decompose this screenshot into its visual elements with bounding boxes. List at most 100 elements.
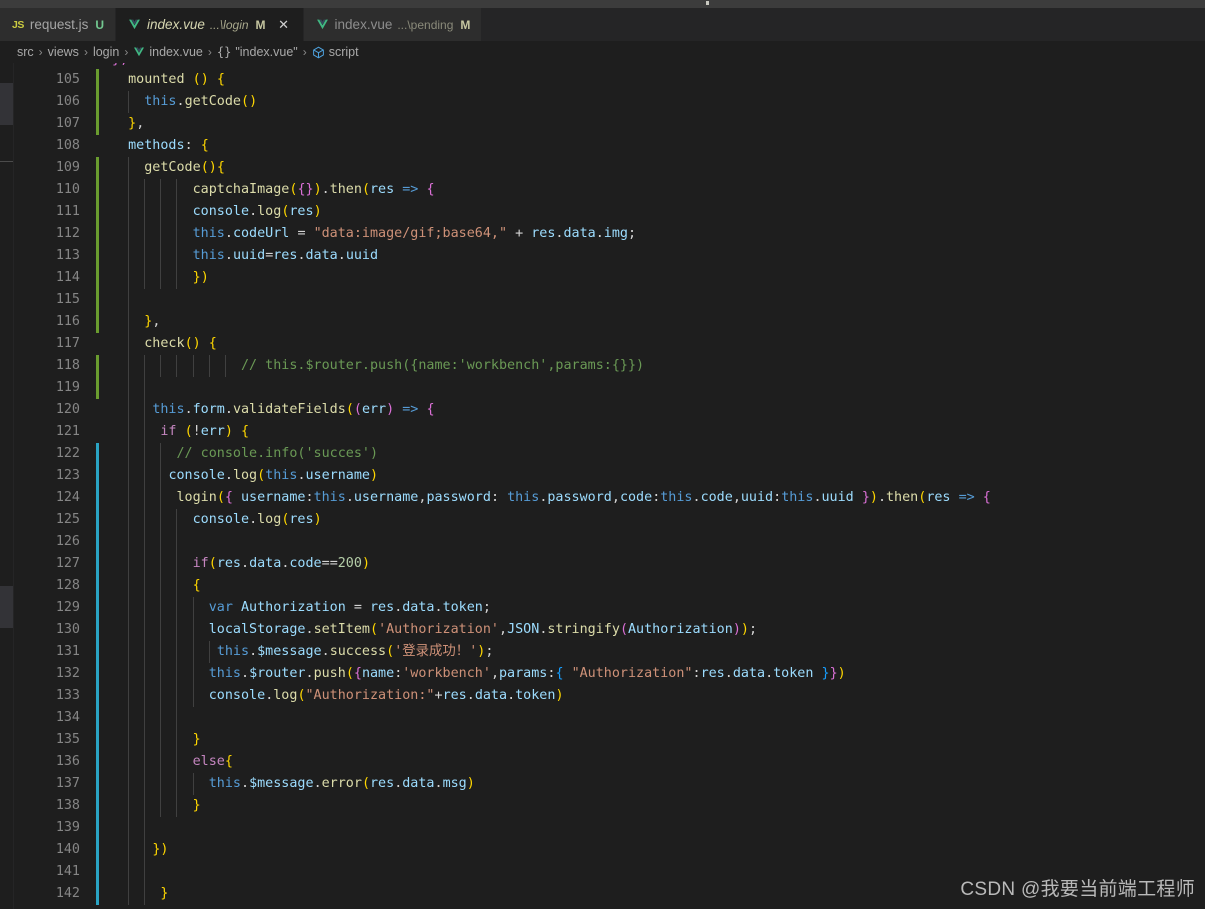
line-number[interactable]: 135: [14, 729, 80, 751]
line-number[interactable]: 140: [14, 839, 80, 861]
line-number[interactable]: 108: [14, 135, 80, 157]
code-line[interactable]: 126: [14, 531, 1205, 553]
line-number[interactable]: 106: [14, 91, 80, 113]
code-line[interactable]: 113 this.uuid=res.data.uuid: [14, 245, 1205, 267]
breadcrumb-item-2[interactable]: login: [93, 45, 119, 59]
line-number[interactable]: 116: [14, 311, 80, 333]
code-line[interactable]: 119: [14, 377, 1205, 399]
line-number[interactable]: 120: [14, 399, 80, 421]
line-number[interactable]: 132: [14, 663, 80, 685]
breadcrumb-label: login: [92, 45, 120, 59]
code-line[interactable]: 114 }): [14, 267, 1205, 289]
line-number[interactable]: 112: [14, 223, 80, 245]
line-number[interactable]: 128: [14, 575, 80, 597]
line-number[interactable]: 127: [14, 553, 80, 575]
code-line[interactable]: 108 methods: {: [14, 135, 1205, 157]
adjacent-editor-scrollbar[interactable]: [0, 63, 14, 909]
breadcrumb-item-1[interactable]: views: [48, 45, 79, 59]
line-content: else{: [192, 754, 233, 769]
code-line[interactable]: 121 if (!err) {: [14, 421, 1205, 443]
code-line[interactable]: 133 console.log("Authorization:"+res.dat…: [14, 685, 1205, 707]
code-line[interactable]: 134: [14, 707, 1205, 729]
code-line[interactable]: 105 mounted () {: [14, 69, 1205, 91]
line-number[interactable]: 114: [14, 267, 80, 289]
line-number[interactable]: 122: [14, 443, 80, 465]
editor-tab-2[interactable]: index.vue ...\pending M: [303, 8, 483, 41]
code-line[interactable]: 129 var Authorization = res.data.token;: [14, 597, 1205, 619]
code-line[interactable]: 138 }: [14, 795, 1205, 817]
breadcrumb-separator: ›: [83, 45, 88, 59]
code-line[interactable]: 127 if(res.data.code==200): [14, 553, 1205, 575]
line-number[interactable]: 115: [14, 289, 80, 311]
code-line[interactable]: 118 // this.$router.push({name:'workbenc…: [14, 355, 1205, 377]
line-number[interactable]: 136: [14, 751, 80, 773]
code-line[interactable]: 140 }): [14, 839, 1205, 861]
git-change-indicator: [96, 751, 99, 773]
line-number[interactable]: 126: [14, 531, 80, 553]
code-line[interactable]: 139: [14, 817, 1205, 839]
editor-tab-0[interactable]: JS request.js U: [0, 8, 117, 41]
code-line[interactable]: 124 login({ username:this.username,passw…: [14, 487, 1205, 509]
code-editor[interactable]: }, 105 mounted () {106 this.getCode()107…: [14, 63, 1205, 909]
code-line[interactable]: 130 localStorage.setItem('Authorization'…: [14, 619, 1205, 641]
line-number[interactable]: 131: [14, 641, 80, 663]
line-number[interactable]: 130: [14, 619, 80, 641]
line-number[interactable]: 121: [14, 421, 80, 443]
code-line[interactable]: 135 }: [14, 729, 1205, 751]
code-line[interactable]: 112 this.codeUrl = "data:image/gif;base6…: [14, 223, 1205, 245]
breadcrumb-item-0[interactable]: src: [17, 45, 34, 59]
git-change-indicator: [96, 707, 99, 729]
code-line[interactable]: 110 captchaImage({}).then(res => {: [14, 179, 1205, 201]
line-content: },: [144, 314, 161, 329]
line-number[interactable]: 125: [14, 509, 80, 531]
code-line[interactable]: 117 check() {: [14, 333, 1205, 355]
breadcrumb-item-5[interactable]: script: [312, 45, 359, 60]
code-line[interactable]: 116 },: [14, 311, 1205, 333]
code-line[interactable]: 106 this.getCode(): [14, 91, 1205, 113]
line-content: mounted () {: [128, 72, 225, 87]
scrollbar-slider-top[interactable]: [0, 83, 14, 125]
line-number[interactable]: 111: [14, 201, 80, 223]
line-content: if (!err) {: [160, 424, 250, 439]
git-change-indicator: [96, 465, 99, 487]
code-line[interactable]: 137 this.$message.error(res.data.msg): [14, 773, 1205, 795]
line-number[interactable]: 109: [14, 157, 80, 179]
line-number[interactable]: 142: [14, 883, 80, 905]
code-line[interactable]: 131 this.$message.success('登录成功！');: [14, 641, 1205, 663]
code-line[interactable]: 123 console.log(this.username): [14, 465, 1205, 487]
line-number[interactable]: 139: [14, 817, 80, 839]
line-content: console.log(res): [192, 204, 322, 219]
code-line[interactable]: 122 // console.info('succes'): [14, 443, 1205, 465]
line-number[interactable]: 124: [14, 487, 80, 509]
code-line[interactable]: 111 console.log(res): [14, 201, 1205, 223]
line-number[interactable]: 117: [14, 333, 80, 355]
breadcrumb-label: "index.vue": [235, 45, 298, 59]
line-number[interactable]: 133: [14, 685, 80, 707]
code-line[interactable]: 128 {: [14, 575, 1205, 597]
line-number[interactable]: 138: [14, 795, 80, 817]
scrollbar-slider-bottom[interactable]: [0, 586, 14, 628]
breadcrumb-item-3[interactable]: index.vue: [133, 45, 203, 59]
code-line[interactable]: 109 getCode(){: [14, 157, 1205, 179]
line-number[interactable]: 107: [14, 113, 80, 135]
close-icon[interactable]: ✕: [276, 17, 292, 33]
code-line[interactable]: 136 else{: [14, 751, 1205, 773]
code-line[interactable]: 125 console.log(res): [14, 509, 1205, 531]
line-number[interactable]: 137: [14, 773, 80, 795]
code-line[interactable]: 132 this.$router.push({name:'workbench',…: [14, 663, 1205, 685]
breadcrumb-item-4[interactable]: {} "index.vue": [217, 45, 298, 59]
line-number[interactable]: 110: [14, 179, 80, 201]
line-number[interactable]: 129: [14, 597, 80, 619]
code-line[interactable]: 120 this.form.validateFields((err) => {: [14, 399, 1205, 421]
line-number[interactable]: 119: [14, 377, 80, 399]
line-number[interactable]: 141: [14, 861, 80, 883]
line-number[interactable]: 118: [14, 355, 80, 377]
line-number[interactable]: 113: [14, 245, 80, 267]
line-number[interactable]: 123: [14, 465, 80, 487]
code-line[interactable]: 115: [14, 289, 1205, 311]
editor-tab-1[interactable]: index.vue ...\login M ✕: [116, 8, 304, 41]
line-number[interactable]: 134: [14, 707, 80, 729]
code-line[interactable]: 107 },: [14, 113, 1205, 135]
line-number[interactable]: 105: [14, 69, 80, 91]
git-change-indicator: [96, 597, 99, 619]
